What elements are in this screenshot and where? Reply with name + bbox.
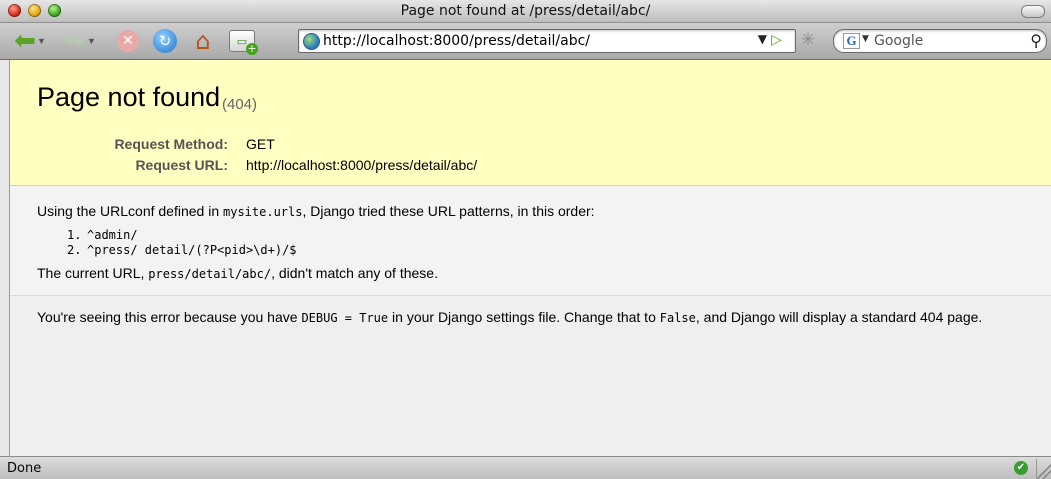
forward-arrow-icon: ➡ <box>64 26 86 56</box>
debug-explanation: You're seeing this error because you hav… <box>10 296 1051 456</box>
navigation-toolbar: ⬅ ▼ ➡ ▼ ✕ ↻ ⌂ ▭ + http://localhost:8000/pre… <box>0 23 1051 60</box>
back-arrow-icon: ⬅ <box>14 26 36 56</box>
history-dropdown-icon[interactable]: ▼ <box>758 32 767 46</box>
google-icon[interactable]: G <box>843 33 860 49</box>
window-title: Page not found at /press/detail/abc/ <box>400 3 651 19</box>
check-circle-icon[interactable]: ✔ <box>1014 461 1028 475</box>
stop-button[interactable]: ✕ <box>114 27 142 55</box>
urlconf-description: Using the URLconf defined in mysite.urls… <box>37 203 595 219</box>
current-url: press/detail/abc/ <box>148 267 272 281</box>
urlconf-name: mysite.urls <box>223 205 303 219</box>
url-pattern-item: 1. ^admin/ <box>67 228 138 242</box>
address-bar[interactable]: http://localhost:8000/press/detail/abc/ … <box>298 29 796 53</box>
url-patterns-info: Using the URLconf defined in mysite.urls… <box>10 186 1051 296</box>
search-input[interactable]: Google <box>874 33 923 49</box>
request-url-value: http://localhost:8000/press/detail/abc/ <box>246 157 478 173</box>
request-url-label: Request URL: <box>135 157 228 173</box>
status-code: (404) <box>222 96 258 113</box>
title-bar: Page not found at /press/detail/abc/ <box>0 0 1051 23</box>
url-pattern-item: 2. ^press/ detail/(?P<pid>\d+)/$ <box>67 243 297 257</box>
false-value: False <box>659 311 696 325</box>
resize-grip[interactable] <box>1036 459 1051 479</box>
page-content: Page not found (404) Request Method: GET… <box>9 60 1051 456</box>
new-tab-button[interactable]: ▭ + <box>226 27 258 55</box>
go-button[interactable]: ▷ <box>771 32 789 48</box>
request-method-label: Request Method: <box>114 136 228 152</box>
site-globe-icon <box>303 33 320 50</box>
home-button[interactable]: ⌂ <box>188 27 218 55</box>
home-icon: ⌂ <box>195 27 211 55</box>
new-tab-icon: ▭ + <box>229 30 258 55</box>
forward-history-dropdown-icon[interactable]: ▼ <box>87 36 96 46</box>
search-bar[interactable]: G ▼ Google ⚲ <box>833 29 1047 53</box>
search-engine-dropdown-icon[interactable]: ▼ <box>862 34 869 44</box>
forward-button[interactable]: ➡ ▼ <box>58 26 102 56</box>
request-method-value: GET <box>246 136 275 152</box>
url-pattern-list: 1. ^admin/ 2. ^press/ detail/(?P<pid>\d+)/… <box>67 228 297 258</box>
reload-button[interactable]: ↻ <box>151 27 179 55</box>
back-history-dropdown-icon[interactable]: ▼ <box>37 36 46 46</box>
address-input[interactable]: http://localhost:8000/press/detail/abc/ <box>323 33 590 49</box>
search-icon[interactable]: ⚲ <box>1030 31 1042 50</box>
debug-setting: DEBUG = True <box>301 311 389 325</box>
stop-icon: ✕ <box>117 30 139 52</box>
back-button[interactable]: ⬅ ▼ <box>8 26 52 56</box>
status-text: Done <box>7 461 42 476</box>
error-summary: Page not found (404) Request Method: GET… <box>10 60 1051 186</box>
toolbar-toggle-button[interactable] <box>1021 5 1045 18</box>
loading-throbber-icon: ✳ <box>800 30 816 50</box>
explanation-text: You're seeing this error because you hav… <box>37 309 983 325</box>
status-bar: Done ✔ <box>0 456 1051 479</box>
browser-window: Page not found at /press/detail/abc/ ⬅ ▼ … <box>0 0 1051 479</box>
reload-icon: ↻ <box>153 29 177 53</box>
current-url-message: The current URL, press/detail/abc/, didn… <box>37 265 438 281</box>
page-title: Page not found <box>37 82 221 112</box>
